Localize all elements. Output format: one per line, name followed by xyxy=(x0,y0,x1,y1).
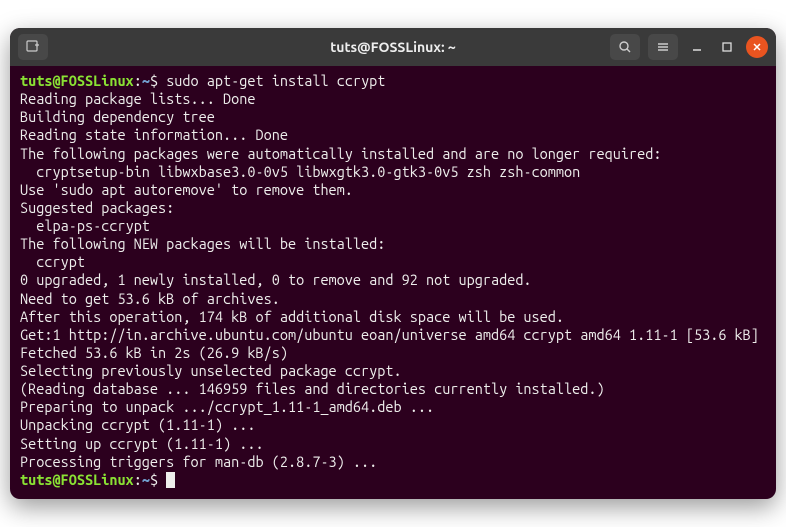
terminal-window: tuts@FOSSLinux: ~ tuts@FOSSLinux:~$ sudo… xyxy=(10,28,776,499)
output-line: The following NEW packages will be insta… xyxy=(20,235,766,253)
window-title: tuts@FOSSLinux: ~ xyxy=(330,39,455,55)
output-line: Unpacking ccrypt (1.11-1) ... xyxy=(20,416,766,434)
output-line: Use 'sudo apt autoremove' to remove them… xyxy=(20,181,766,199)
output-line: Get:1 http://in.archive.ubuntu.com/ubunt… xyxy=(20,326,766,344)
new-tab-button[interactable] xyxy=(18,34,48,60)
prompt-colon: : xyxy=(134,72,142,89)
prompt-user-host: tuts@FOSSLinux xyxy=(20,72,134,89)
output-line: Fetched 53.6 kB in 2s (26.9 kB/s) xyxy=(20,344,766,362)
prompt-path-2: ~ xyxy=(142,471,150,488)
menu-button[interactable] xyxy=(648,34,678,60)
output-line: The following packages were automaticall… xyxy=(20,145,766,163)
output-line: Building dependency tree xyxy=(20,108,766,126)
minimize-button[interactable] xyxy=(686,36,708,58)
output-line: Selecting previously unselected package … xyxy=(20,362,766,380)
output-line: Processing triggers for man-db (2.8.7-3)… xyxy=(20,453,766,471)
new-tab-icon xyxy=(26,40,40,54)
prompt-dollar: $ xyxy=(150,72,158,89)
output-line: ccrypt xyxy=(20,253,766,271)
terminal-body[interactable]: tuts@FOSSLinux:~$ sudo apt-get install c… xyxy=(10,66,776,499)
prompt-line-2: tuts@FOSSLinux:~$ xyxy=(20,471,766,489)
menu-icon xyxy=(656,40,670,54)
close-icon xyxy=(752,42,762,52)
maximize-button[interactable] xyxy=(716,36,738,58)
titlebar: tuts@FOSSLinux: ~ xyxy=(10,28,776,66)
output-line: Suggested packages: xyxy=(20,199,766,217)
output-line: elpa-ps-ccrypt xyxy=(20,217,766,235)
output-line: After this operation, 174 kB of addition… xyxy=(20,308,766,326)
command-line: tuts@FOSSLinux:~$ sudo apt-get install c… xyxy=(20,72,766,90)
output-line: 0 upgraded, 1 newly installed, 0 to remo… xyxy=(20,271,766,289)
cursor xyxy=(166,472,175,488)
search-button[interactable] xyxy=(610,34,640,60)
output-container: Reading package lists... DoneBuilding de… xyxy=(20,90,766,471)
output-line: Reading package lists... Done xyxy=(20,90,766,108)
prompt-path: ~ xyxy=(142,72,150,89)
titlebar-right xyxy=(610,34,768,60)
minimize-icon xyxy=(691,41,703,53)
close-button[interactable] xyxy=(746,36,768,58)
output-line: Setting up ccrypt (1.11-1) ... xyxy=(20,435,766,453)
output-line: (Reading database ... 146959 files and d… xyxy=(20,380,766,398)
output-line: cryptsetup-bin libwxbase3.0-0v5 libwxgtk… xyxy=(20,163,766,181)
output-line: Need to get 53.6 kB of archives. xyxy=(20,290,766,308)
titlebar-left xyxy=(18,34,48,60)
prompt-user-host-2: tuts@FOSSLinux xyxy=(20,471,134,488)
output-line: Reading state information... Done xyxy=(20,126,766,144)
maximize-icon xyxy=(721,41,733,53)
output-line: Preparing to unpack .../ccrypt_1.11-1_am… xyxy=(20,398,766,416)
prompt-dollar-2: $ xyxy=(150,471,158,488)
command-text: sudo apt-get install ccrypt xyxy=(166,72,385,89)
prompt-colon-2: : xyxy=(134,471,142,488)
search-icon xyxy=(618,40,632,54)
